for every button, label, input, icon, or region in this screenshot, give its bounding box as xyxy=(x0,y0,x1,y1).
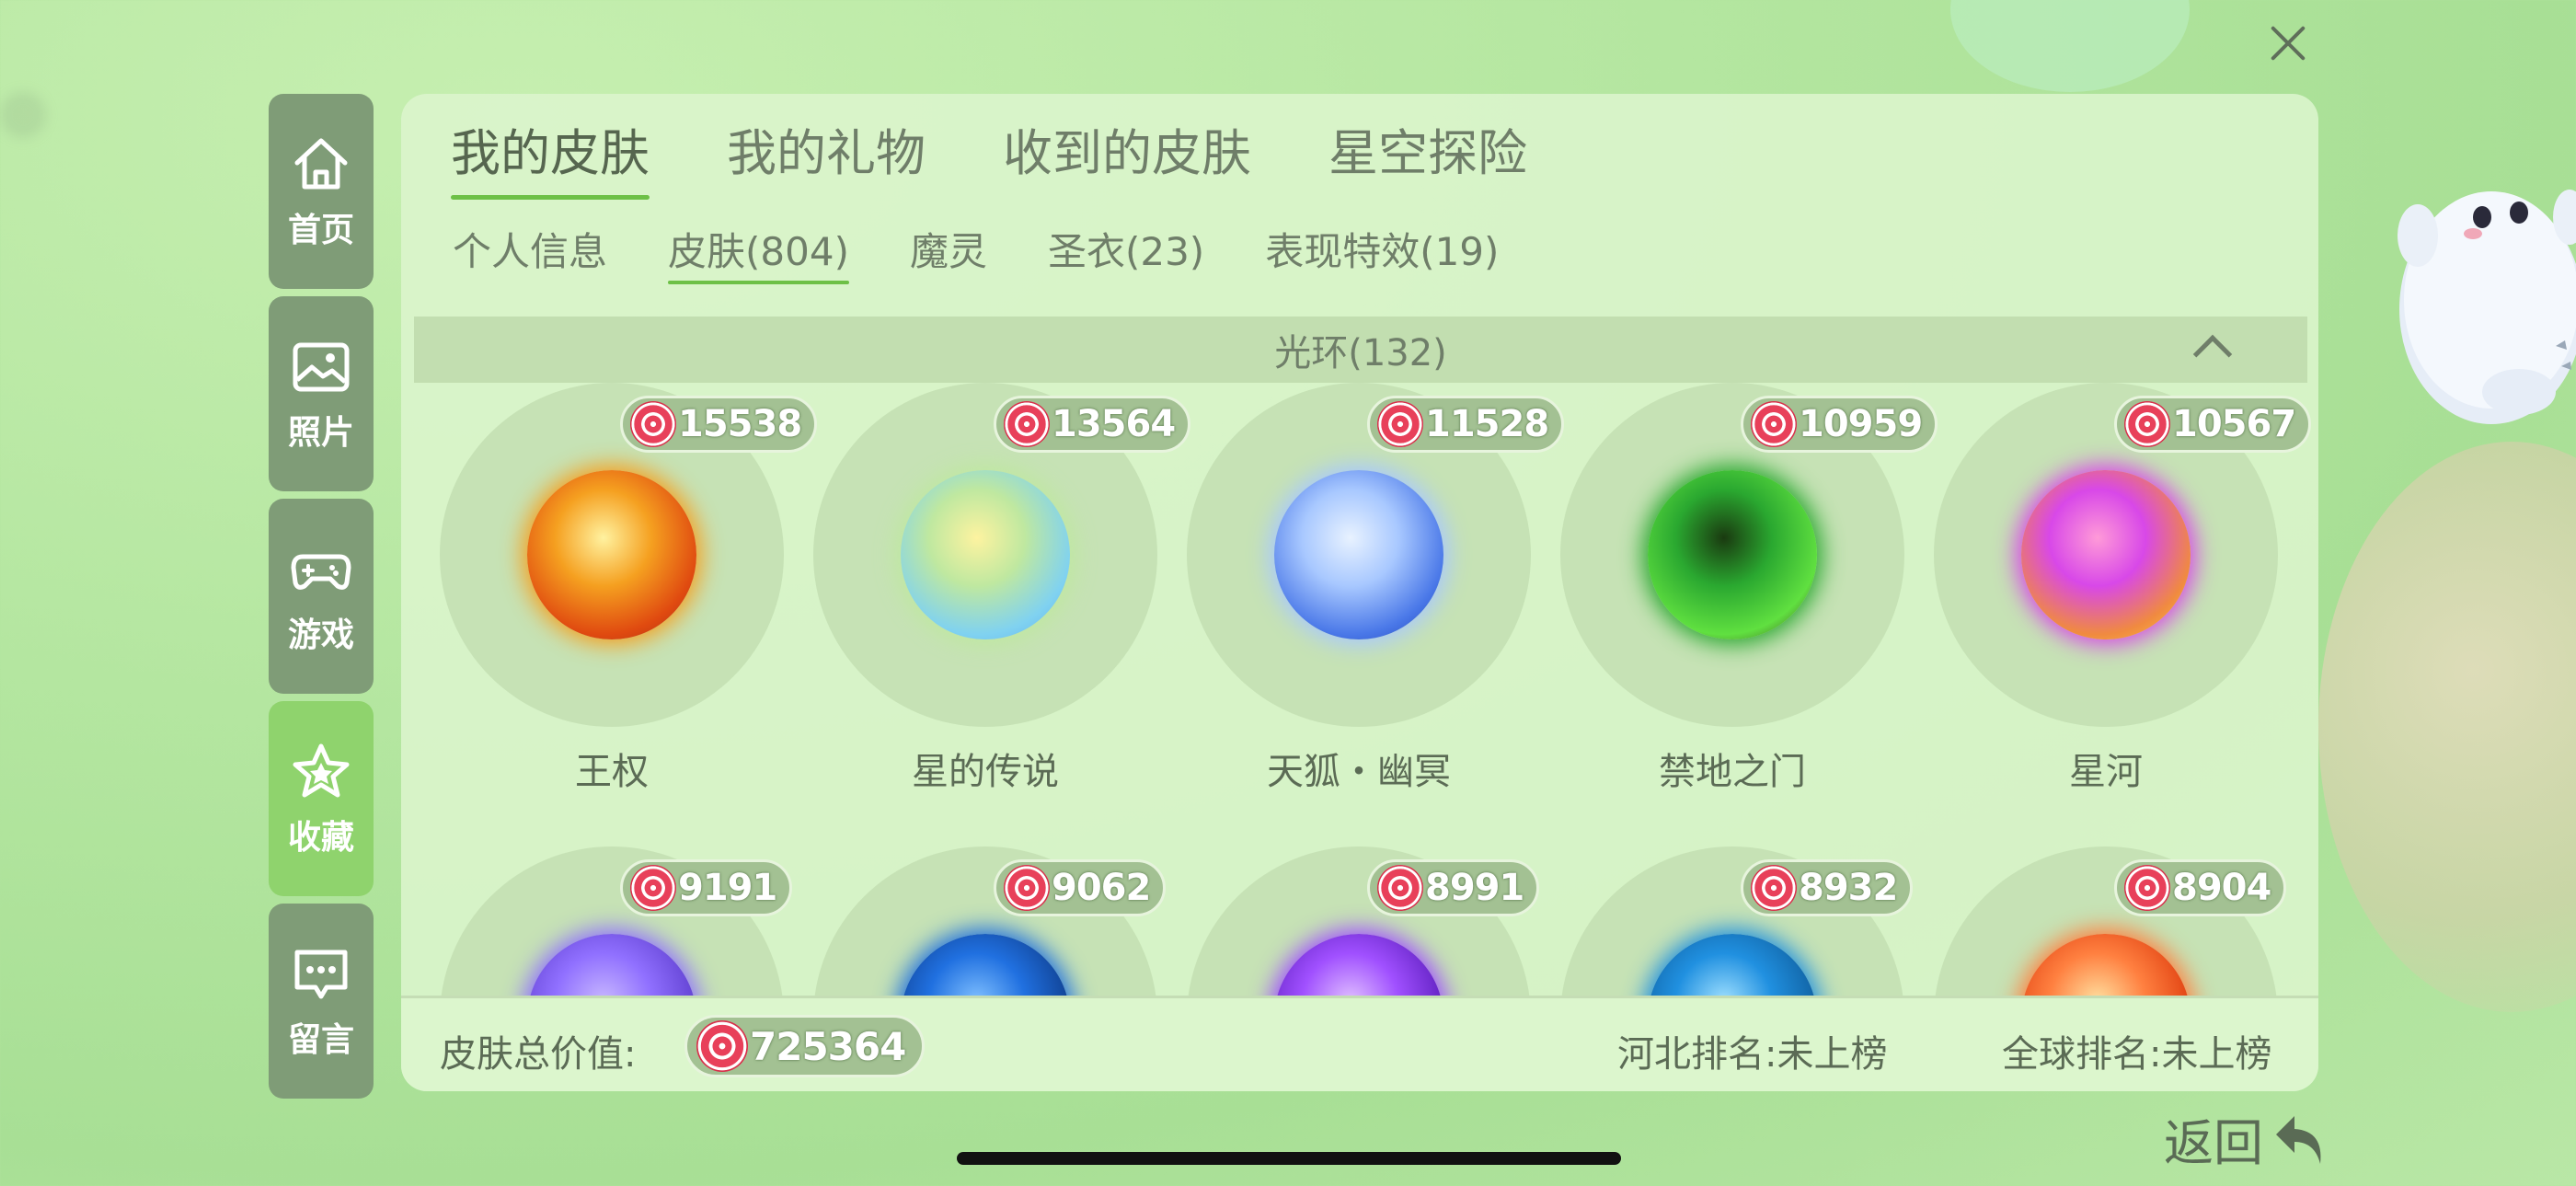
section-header-halo[interactable]: 光环(132) xyxy=(414,317,2307,383)
background-blob xyxy=(1950,0,2190,92)
candy-icon xyxy=(1004,865,1050,911)
nav-item-collection[interactable]: 收藏 xyxy=(269,701,374,896)
footer-summary: 皮肤总价值: 725364 河北排名:未上榜 全球排名:未上榜 xyxy=(401,996,2318,1091)
gamepad-icon xyxy=(291,554,351,590)
main-tabs: 我的皮肤 我的礼物 收到的皮肤 星空探险 xyxy=(451,112,1604,200)
price-badge: 15538 xyxy=(620,396,818,453)
candy-icon xyxy=(696,1020,748,1072)
skin-name: 星河 xyxy=(2069,751,2143,793)
background-blob xyxy=(0,92,46,138)
halo-icon xyxy=(1648,470,1817,639)
price-badge: 8904 xyxy=(2114,859,2287,916)
global-rank: 全球排名:未上榜 xyxy=(2002,1033,2272,1076)
skin-name: 王权 xyxy=(575,751,649,793)
side-nav: 首页 照片 游戏 收藏 留言 xyxy=(269,94,374,1106)
price-badge: 9191 xyxy=(620,859,793,916)
tab-my-skins[interactable]: 我的皮肤 xyxy=(451,112,650,200)
price-value: 15538 xyxy=(678,403,802,445)
subtab-effects[interactable]: 表现特效(19) xyxy=(1265,221,1499,284)
nav-item-home[interactable]: 首页 xyxy=(269,94,374,289)
close-icon[interactable] xyxy=(2265,20,2311,66)
subtab-spirits[interactable]: 魔灵 xyxy=(910,221,987,284)
nav-label: 首页 xyxy=(287,212,354,249)
skin-grid: 15538 王权 13564 星的传说 11528 天狐・幽冥 10959 禁地之门 10567… xyxy=(401,383,2318,996)
price-value: 8904 xyxy=(2172,867,2271,909)
tab-received-skins[interactable]: 收到的皮肤 xyxy=(1003,112,1251,200)
price-badge: 10567 xyxy=(2114,396,2312,453)
star-icon xyxy=(293,743,350,798)
halo-icon xyxy=(901,470,1070,639)
nav-label: 照片 xyxy=(287,414,354,452)
candy-icon xyxy=(1751,401,1797,447)
tab-my-gifts[interactable]: 我的礼物 xyxy=(727,112,926,200)
nav-item-game[interactable]: 游戏 xyxy=(269,499,374,694)
total-value-badge: 725364 xyxy=(684,1015,926,1077)
skins-panel: 我的皮肤 我的礼物 收到的皮肤 星空探险 个人信息 皮肤(804) 魔灵 圣衣(… xyxy=(401,94,2318,1091)
candy-icon xyxy=(2124,865,2170,911)
candy-icon xyxy=(1377,865,1423,911)
candy-icon xyxy=(2124,401,2170,447)
sub-tabs: 个人信息 皮肤(804) 魔灵 圣衣(23) 表现特效(19) xyxy=(453,221,1559,284)
nav-item-photo[interactable]: 照片 xyxy=(269,296,374,491)
candy-icon xyxy=(1004,401,1050,447)
subtab-profile[interactable]: 个人信息 xyxy=(453,221,607,284)
price-badge: 10959 xyxy=(1741,396,1938,453)
price-value: 9191 xyxy=(678,867,777,909)
price-value: 10567 xyxy=(2172,403,2296,445)
price-value: 10959 xyxy=(1799,403,1923,445)
nav-label: 收藏 xyxy=(287,819,354,857)
candy-icon xyxy=(1751,865,1797,911)
price-badge: 13564 xyxy=(994,396,1191,453)
price-value: 8932 xyxy=(1799,867,1898,909)
halo-icon xyxy=(2021,470,2191,639)
candy-icon xyxy=(630,865,676,911)
subtab-skins[interactable]: 皮肤(804) xyxy=(668,221,849,284)
back-label: 返回 xyxy=(2164,1114,2263,1172)
nav-label: 留言 xyxy=(287,1021,354,1059)
hebei-rank: 河北排名:未上榜 xyxy=(1617,1033,1888,1076)
halo-icon xyxy=(1274,470,1443,639)
skin-name: 天狐・幽冥 xyxy=(1267,751,1451,793)
price-value: 11528 xyxy=(1425,403,1549,445)
price-badge: 11528 xyxy=(1367,396,1565,453)
message-icon xyxy=(294,950,348,999)
home-indicator xyxy=(957,1152,1621,1165)
total-value-label: 皮肤总价值: xyxy=(440,1033,637,1076)
skin-name: 星的传说 xyxy=(912,751,1059,793)
price-value: 9062 xyxy=(1052,867,1151,909)
skin-name: 禁地之门 xyxy=(1659,751,1806,793)
back-button[interactable]: 返回 xyxy=(2164,1102,2331,1175)
candy-icon xyxy=(1377,401,1423,447)
halo-icon xyxy=(527,470,696,639)
total-value: 725364 xyxy=(750,1023,906,1069)
photo-icon xyxy=(293,342,350,392)
price-badge: 9062 xyxy=(994,859,1167,916)
nav-item-message[interactable]: 留言 xyxy=(269,904,374,1099)
nav-label: 游戏 xyxy=(287,616,354,654)
subtab-outfits[interactable]: 圣衣(23) xyxy=(1048,221,1204,284)
price-value: 8991 xyxy=(1425,867,1524,909)
chevron-up-icon[interactable] xyxy=(2192,334,2233,374)
background-blob xyxy=(2318,442,2576,1012)
section-title: 光环(132) xyxy=(1274,332,1447,374)
price-value: 13564 xyxy=(1052,403,1176,445)
candy-icon xyxy=(630,401,676,447)
price-badge: 8991 xyxy=(1367,859,1540,916)
home-icon xyxy=(294,138,348,190)
price-badge: 8932 xyxy=(1741,859,1914,916)
back-arrow-icon xyxy=(2276,1115,2321,1164)
tab-star-adventure[interactable]: 星空探险 xyxy=(1328,112,1527,200)
mascot-avatar[interactable] xyxy=(2381,162,2576,438)
